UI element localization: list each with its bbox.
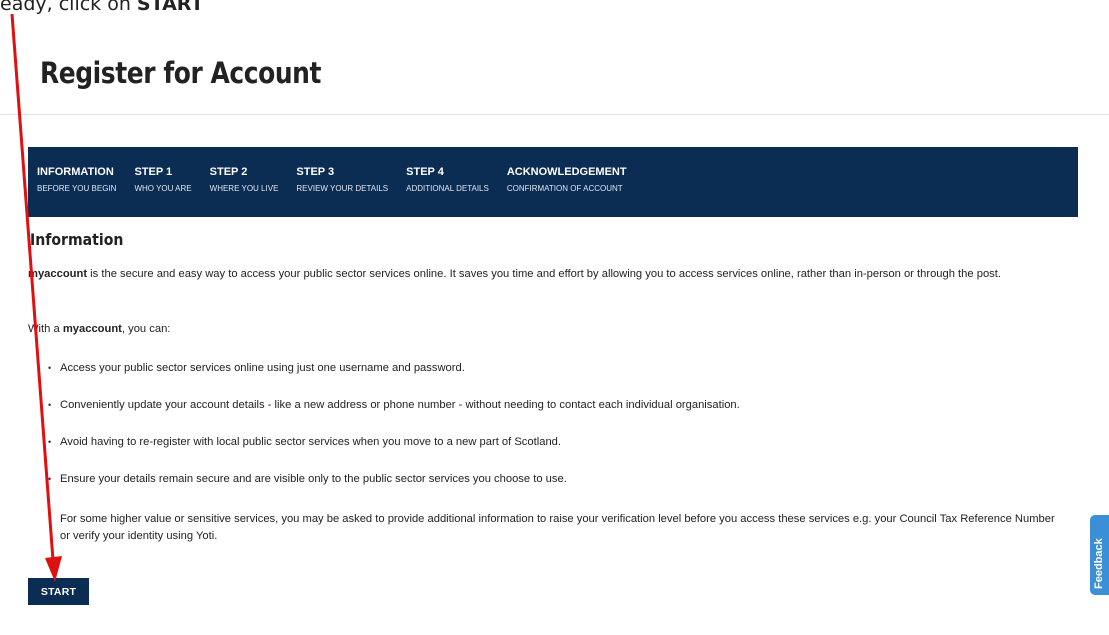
step-information[interactable]: INFORMATION BEFORE YOU BEGIN (28, 147, 126, 220)
annotation-arrow-line (10, 13, 55, 561)
step-3[interactable]: STEP 3 REVIEW YOUR DETAILS (287, 147, 397, 217)
list-item: Ensure your details remain secure and ar… (48, 471, 1058, 488)
step-4[interactable]: STEP 4 ADDITIONAL DETAILS (397, 147, 498, 217)
start-button[interactable]: START (28, 578, 89, 605)
title-divider (0, 114, 1109, 115)
feedback-label: Feedback (1093, 538, 1105, 589)
instruction-emphasis: START (136, 0, 204, 15)
step-label: INFORMATION (37, 166, 114, 178)
verification-note: For some higher value or sensitive servi… (60, 513, 1055, 542)
step-sublabel: CONFIRMATION OF ACCOUNT (506, 184, 623, 193)
step-label: STEP 3 (296, 166, 335, 178)
step-label: STEP 1 (134, 166, 173, 178)
step-sublabel: ADDITIONAL DETAILS (406, 184, 489, 193)
step-1[interactable]: STEP 1 WHO YOU ARE (125, 147, 200, 217)
section-title: Information (30, 230, 124, 249)
step-label: ACKNOWLEDGEMENT (506, 166, 627, 178)
step-sublabel: WHO YOU ARE (134, 184, 192, 193)
page: eady, click on START Register for Accoun… (0, 0, 1109, 635)
step-acknowledgement[interactable]: ACKNOWLEDGEMENT CONFIRMATION OF ACCOUNT (498, 147, 636, 217)
list-item: Access your public sector services onlin… (48, 360, 1058, 377)
instruction-caption: eady, click on START (0, 0, 204, 15)
brand-name: myaccount (62, 323, 122, 335)
step-label: STEP 4 (406, 166, 444, 178)
brand-name: myaccount (28, 268, 88, 280)
step-sublabel: WHERE YOU LIVE (209, 184, 279, 193)
page-title: Register for Account (40, 56, 321, 90)
list-item: Conveniently update your account details… (48, 397, 1058, 414)
list-item: Avoid having to re-register with local p… (48, 434, 1058, 451)
step-sublabel: REVIEW YOUR DETAILS (296, 184, 389, 193)
with-prefix: With a (28, 323, 63, 335)
step-label: STEP 2 (209, 166, 248, 178)
with-line: With a myaccount, you can: (28, 321, 1068, 338)
instruction-prefix: eady, click on (0, 0, 137, 15)
benefits-list: Access your public sector services onlin… (48, 360, 1058, 508)
step-sublabel: BEFORE YOU BEGIN (37, 184, 117, 193)
with-suffix: , you can: (121, 323, 171, 335)
feedback-tab[interactable]: Feedback (1090, 515, 1109, 595)
intro-text: is the secure and easy way to access you… (87, 268, 1001, 280)
intro-paragraph: myaccount is the secure and easy way to … (28, 266, 1068, 283)
step-2[interactable]: STEP 2 WHERE YOU LIVE (201, 147, 288, 217)
registration-stepper: INFORMATION BEFORE YOU BEGIN STEP 1 WHO … (28, 147, 1078, 220)
